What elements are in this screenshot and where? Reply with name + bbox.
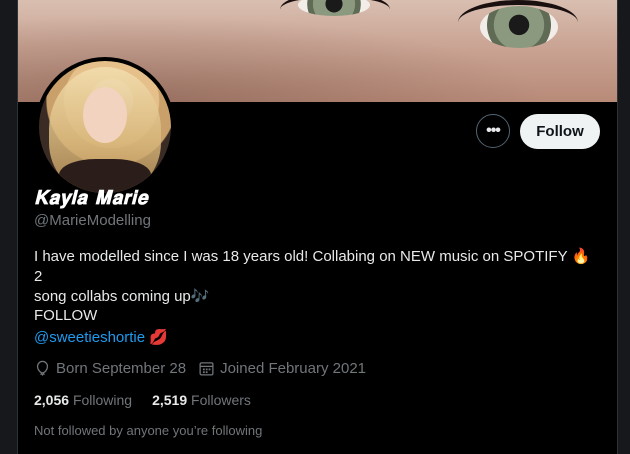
followers-label: Followers — [191, 392, 251, 408]
more-icon: ••• — [486, 122, 501, 139]
joined-item: Joined February 2021 — [198, 360, 366, 377]
profile-meta: Born September 28 Joined February 2021 — [34, 360, 378, 377]
birthday-item: Born September 28 — [34, 360, 186, 377]
not-followed-text: Not followed by anyone you’re following — [34, 423, 263, 438]
bio-line-2: song collabs coming up🎶 — [34, 288, 210, 305]
balloon-icon — [36, 360, 49, 376]
bio-mention-link[interactable]: @sweetieshortie 💋 — [34, 328, 168, 346]
birthday-text: Born September 28 — [56, 360, 187, 377]
profile-handle: @MarieModelling — [34, 212, 151, 229]
calendar-icon — [199, 362, 214, 376]
right-column — [618, 0, 630, 454]
left-column — [0, 0, 18, 454]
bio-line-1: I have modelled since I was 18 years old… — [34, 248, 591, 285]
following-label: Following — [72, 392, 133, 408]
avatar[interactable] — [39, 61, 171, 193]
profile-bio: I have modelled since I was 18 years old… — [34, 247, 594, 307]
joined-text: Joined February 2021 — [220, 360, 367, 377]
profile-stats: 2,056 Following 2,519 Followers — [34, 392, 271, 408]
followers-link[interactable]: 2,519 Followers — [152, 392, 251, 408]
following-count: 2,056 — [34, 392, 70, 408]
more-options-button[interactable]: ••• — [476, 114, 510, 148]
follow-button[interactable]: Follow — [520, 114, 600, 149]
bio-follow-text: FOLLOW — [34, 307, 98, 324]
followers-count: 2,519 — [152, 392, 188, 408]
display-name: 𝐊𝐚𝐲𝐥𝐚 𝐌𝐚𝐫𝐢𝐞 — [34, 187, 149, 209]
following-link[interactable]: 2,056 Following — [34, 392, 132, 408]
